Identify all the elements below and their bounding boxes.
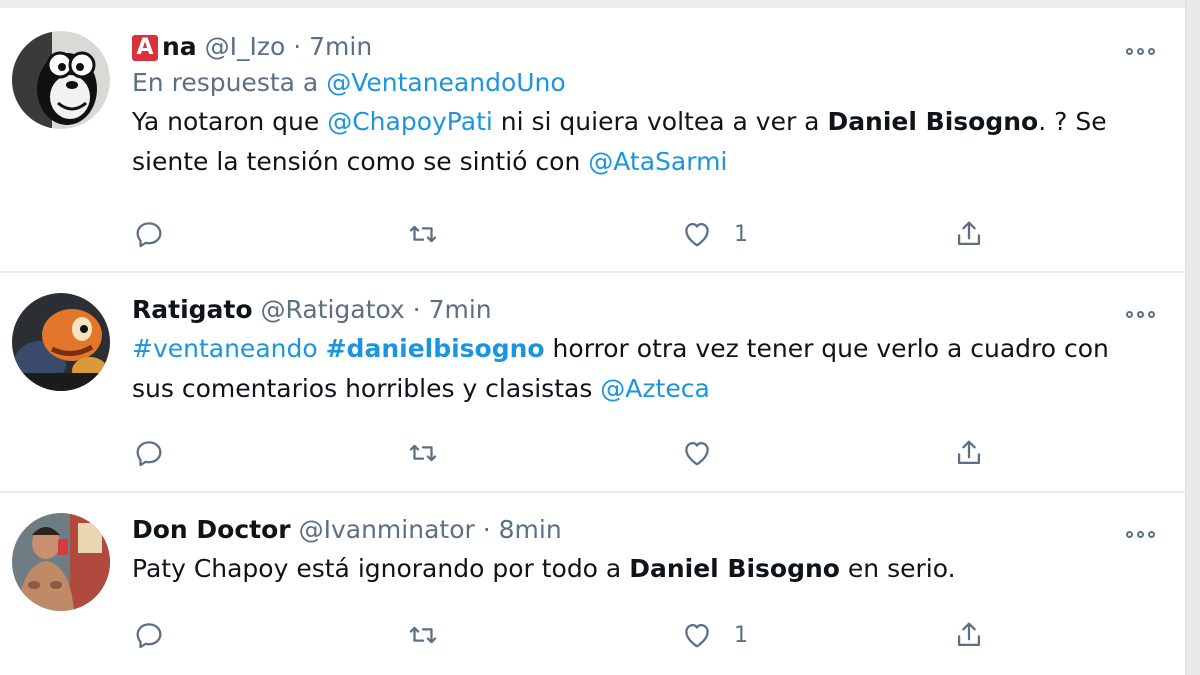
- like-button[interactable]: 1: [680, 615, 748, 655]
- tweet-header: Ratigato @Ratigatox · 7min: [132, 293, 1146, 327]
- reply-context: En respuesta a @VentaneandoUno: [132, 64, 1146, 102]
- share-icon: [957, 221, 981, 246]
- tweet-actions: 1: [132, 615, 1002, 655]
- window-top-edge: [0, 0, 1200, 8]
- more-icon[interactable]: [1126, 307, 1160, 321]
- bold-name: Daniel Bisogno: [827, 107, 1039, 136]
- heart-icon: [685, 222, 709, 247]
- cartoon-face-avatar-icon: [12, 31, 110, 129]
- more-icon[interactable]: [1126, 527, 1160, 541]
- tweet-2[interactable]: Ratigato @Ratigatox · 7min #ventaneando …: [0, 273, 1186, 491]
- display-name[interactable]: Ratigato: [132, 295, 253, 324]
- like-count: 1: [734, 221, 748, 247]
- bold-name: Daniel Bisogno: [629, 554, 840, 583]
- heart-icon: [685, 623, 709, 648]
- avatar[interactable]: [12, 293, 110, 391]
- text-segment: en serio.: [839, 554, 956, 583]
- hashtag-link[interactable]: #danielbisogno: [326, 334, 545, 363]
- avatar[interactable]: [12, 513, 110, 611]
- like-count: 1: [734, 622, 748, 648]
- reply-button[interactable]: [132, 214, 166, 254]
- separator: ·: [293, 32, 302, 61]
- reply-button[interactable]: [132, 615, 166, 655]
- timestamp[interactable]: 7min: [309, 32, 372, 61]
- retweet-icon: [409, 444, 437, 462]
- text-segment: Paty Chapoy está ignorando por todo a: [132, 554, 630, 583]
- retweet-button[interactable]: [406, 214, 440, 254]
- share-button[interactable]: [952, 615, 986, 655]
- timestamp[interactable]: 7min: [429, 295, 492, 324]
- text-segment: Ya notaron que: [132, 107, 328, 136]
- like-button[interactable]: [680, 433, 734, 473]
- share-button[interactable]: [952, 214, 986, 254]
- timestamp[interactable]: 8min: [499, 515, 562, 544]
- hashtag-link[interactable]: #ventaneando: [132, 334, 318, 363]
- reply-to-mention[interactable]: @VentaneandoUno: [326, 68, 566, 97]
- tweet-1[interactable]: Ana @I_Izo · 7min En respuesta a @Ventan…: [0, 10, 1186, 272]
- share-icon: [957, 622, 981, 647]
- tweet-text: Paty Chapoy está ignorando por todo a Da…: [132, 549, 1146, 589]
- avatar[interactable]: [12, 31, 110, 129]
- separator: ·: [412, 295, 421, 324]
- share-icon: [957, 440, 981, 465]
- more-icon[interactable]: [1126, 44, 1160, 58]
- display-name[interactable]: na: [162, 32, 197, 61]
- mention-link[interactable]: @AtaSarmi: [588, 147, 727, 176]
- orange-character-avatar-icon: [12, 293, 110, 391]
- tweet-text: #ventaneando #danielbisogno horror otra …: [132, 329, 1146, 409]
- share-button[interactable]: [952, 433, 986, 473]
- user-handle[interactable]: @I_Izo: [205, 32, 286, 61]
- reply-icon: [136, 441, 162, 467]
- tweet-header: Don Doctor @Ivanminator · 8min: [132, 513, 1146, 547]
- retweet-icon: [409, 626, 437, 644]
- reply-icon: [136, 623, 162, 649]
- user-handle[interactable]: @Ivanminator: [299, 515, 475, 544]
- heart-icon: [685, 441, 709, 466]
- display-name[interactable]: Don Doctor: [132, 515, 291, 544]
- retweet-button[interactable]: [406, 433, 440, 473]
- reply-button[interactable]: [132, 433, 166, 473]
- like-button[interactable]: 1: [680, 214, 748, 254]
- tweet-3[interactable]: Don Doctor @Ivanminator · 8min Paty Chap…: [0, 493, 1186, 675]
- reply-prefix: En respuesta a: [132, 68, 319, 97]
- person-photo-avatar-icon: [12, 513, 110, 611]
- mention-link[interactable]: @Azteca: [600, 374, 709, 403]
- name-badge: A: [132, 35, 158, 61]
- mention-link[interactable]: @ChapoyPati: [327, 107, 493, 136]
- tweet-text: Ya notaron que @ChapoyPati ni si quiera …: [132, 102, 1146, 182]
- reply-icon: [136, 222, 162, 248]
- scrollbar-track[interactable]: [1185, 0, 1200, 675]
- retweet-icon: [409, 225, 437, 243]
- user-handle[interactable]: @Ratigatox: [261, 295, 405, 324]
- tweet-actions: [132, 433, 1002, 473]
- text-segment: ni si quiera voltea a ver a: [492, 107, 828, 136]
- separator: ·: [482, 515, 491, 544]
- tweet-header: Ana @I_Izo · 7min: [132, 30, 1146, 64]
- tweet-actions: 1: [132, 214, 1002, 254]
- retweet-button[interactable]: [406, 615, 440, 655]
